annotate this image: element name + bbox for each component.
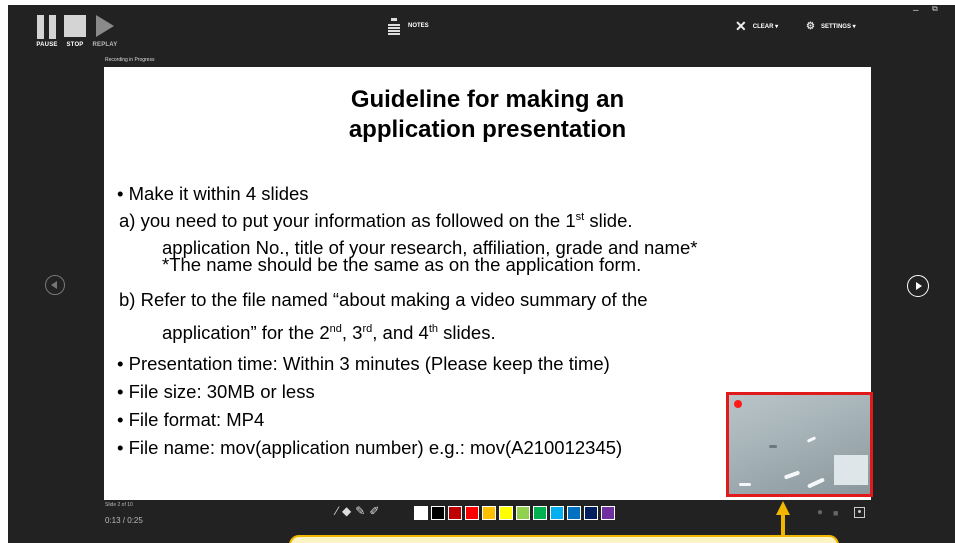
replay-button[interactable]: REPLAY [92, 15, 118, 48]
slide-item-b-cont: application” for the 2nd, 3rd, and 4th s… [162, 322, 496, 344]
slide-bullet: • File format: MP4 [117, 409, 265, 430]
slide-item-b: b) Refer to the file named “about making… [119, 289, 648, 310]
pause-button[interactable]: PAUSE [36, 15, 58, 48]
slide-bullet: • Make it within 4 slides [117, 183, 309, 204]
camera-icon[interactable]: ■ [833, 508, 838, 518]
clear-button[interactable]: ✕ CLEAR ▾ [735, 18, 779, 34]
ink-color-swatch[interactable] [448, 506, 462, 520]
ink-color-palette [414, 506, 615, 520]
recording-timer: 0:13 / 0:25 [105, 516, 143, 525]
pause-label: PAUSE [36, 42, 58, 48]
play-icon [96, 15, 114, 37]
stop-icon [64, 15, 86, 37]
ink-color-swatch[interactable] [431, 506, 445, 520]
ink-color-swatch[interactable] [584, 506, 598, 520]
restore-button[interactable]: ⧉ [932, 5, 938, 14]
ceiling-light [769, 445, 777, 448]
slide-bullet: • File name: mov(application number) e.g… [117, 437, 623, 458]
settings-button[interactable]: ⚙ SETTINGS ▾ [806, 21, 856, 32]
pen-icon[interactable]: ✎ [355, 504, 365, 518]
slide-sup: nd [329, 322, 342, 335]
replay-label: REPLAY [92, 42, 118, 48]
slide-text: slide. [584, 210, 633, 231]
ceiling-light [834, 455, 868, 485]
slide-sup: st [575, 210, 585, 223]
ceiling-light [806, 477, 826, 489]
notes-icon [388, 18, 400, 35]
chevron-right-icon [916, 282, 922, 290]
camera-preview-toggle-icon[interactable] [854, 507, 865, 518]
slide-item-a: a) you need to put your information as f… [119, 210, 633, 232]
ceiling-light [806, 436, 817, 443]
eraser-icon[interactable]: ◆ [342, 504, 351, 518]
ink-color-swatch[interactable] [499, 506, 513, 520]
ink-color-swatch[interactable] [516, 506, 530, 520]
ink-color-swatch[interactable] [482, 506, 496, 520]
clear-label: CLEAR ▾ [752, 23, 779, 30]
slide-title-line2: application presentation [348, 116, 627, 143]
gear-icon: ⚙ [806, 21, 815, 32]
slide-text: application” for the 2 [162, 322, 330, 343]
pause-icon [36, 15, 58, 39]
slide-sup: rd [362, 322, 373, 335]
settings-label: SETTINGS ▾ [820, 24, 856, 30]
ceiling-light [739, 483, 751, 486]
ink-color-swatch[interactable] [533, 506, 547, 520]
slide-title-line1: Guideline for making an [350, 86, 625, 113]
ink-color-swatch[interactable] [414, 506, 428, 520]
slide-text: , and 4 [372, 322, 429, 343]
ink-tools: ⁄ ◆ ✎ ✐ [336, 504, 379, 518]
camera-preview[interactable] [726, 392, 873, 497]
slide-counter: Slide 2 of 10 [105, 502, 133, 508]
slide-text: a) you need to put your information as f… [119, 210, 576, 231]
recording-status: Recording in Progress [105, 57, 155, 63]
slide-title: Guideline for making an application pres… [104, 85, 871, 145]
ink-color-swatch[interactable] [465, 506, 479, 520]
presenter-app: PAUSE STOP REPLAY NOTES ✕ CLEAR ▾ ⚙ SETT… [0, 0, 955, 543]
slide-text: , 3 [341, 322, 363, 343]
highlighter-icon[interactable]: ✐ [369, 504, 379, 518]
minimize-button[interactable]: – [913, 5, 919, 16]
recording-window: PAUSE STOP REPLAY NOTES ✕ CLEAR ▾ ⚙ SETT… [8, 5, 955, 543]
recording-dot-icon [734, 400, 742, 408]
ink-color-swatch[interactable] [550, 506, 564, 520]
ink-color-swatch[interactable] [601, 506, 615, 520]
stop-label: STOP [66, 42, 84, 48]
close-icon: ✕ [735, 18, 747, 34]
ceiling-light [783, 470, 801, 480]
notes-button[interactable]: NOTES [388, 18, 429, 35]
slide-item-a-note: *The name should be the same as on the a… [162, 254, 642, 275]
next-slide-button[interactable] [907, 275, 929, 297]
notes-label: NOTES [408, 23, 429, 29]
slide-text: slides. [438, 322, 496, 343]
previous-slide-button[interactable] [45, 275, 65, 295]
chevron-left-icon [51, 281, 57, 289]
slide-sup: th [428, 322, 439, 335]
arrow-up-icon [776, 501, 790, 515]
slide-bullet: • Presentation time: Within 3 minutes (P… [117, 353, 610, 374]
stop-button[interactable]: STOP [64, 15, 86, 48]
ink-color-swatch[interactable] [567, 506, 581, 520]
slide-bullet: • File size: 30MB or less [117, 381, 315, 402]
annotation-callout [289, 535, 839, 543]
laser-pointer-icon[interactable]: ⁄ [336, 504, 338, 518]
microphone-icon[interactable]: ● [817, 507, 823, 518]
